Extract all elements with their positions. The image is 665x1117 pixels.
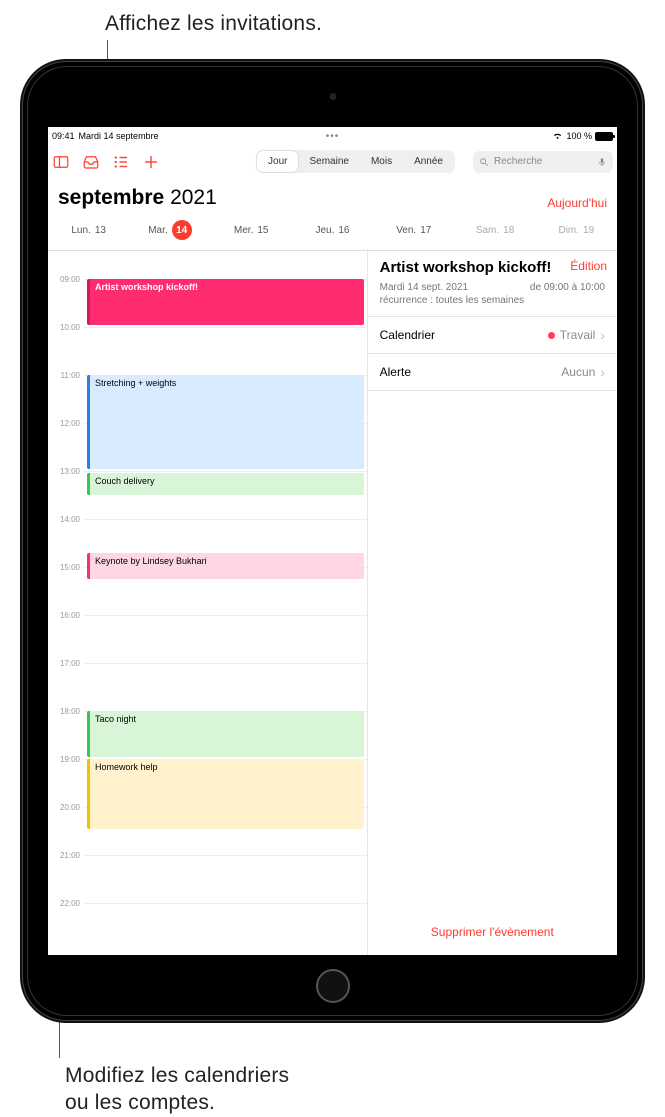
day-number: 16 (338, 225, 349, 236)
inbox-button[interactable] (76, 148, 106, 176)
month-header: septembre 2021 Aujourd'hui (48, 178, 617, 210)
calendar-event[interactable]: Taco night (87, 711, 364, 757)
hour-grid-line (84, 327, 367, 328)
day-number: 15 (257, 225, 268, 236)
event-detail-title: Artist workshop kickoff! (380, 259, 563, 276)
hour-label: 19:00 (60, 755, 80, 764)
day-cell[interactable]: Mer. 15 (211, 220, 292, 240)
event-detail-date: Mardi 14 sept. 2021 (380, 282, 468, 293)
hour-label: 17:00 (60, 659, 80, 668)
day-cell[interactable]: Mar. 14 (129, 220, 210, 240)
front-camera (329, 93, 336, 100)
month-title[interactable]: septembre 2021 (58, 186, 217, 210)
view-year[interactable]: Année (403, 151, 454, 172)
search-field[interactable]: Recherche (473, 151, 613, 173)
day-number: 13 (95, 225, 106, 236)
day-abbr: Mar. (148, 225, 167, 236)
hour-label: 13:00 (60, 467, 80, 476)
hour-grid-line (84, 663, 367, 664)
day-cell[interactable]: Sam. 18 (454, 220, 535, 240)
toolbar: ••• Jour Semaine Mois Année Recherc (48, 145, 617, 178)
screen: 09:41 Mardi 14 septembre 100 % ••• (48, 127, 617, 955)
add-event-button[interactable] (136, 148, 166, 176)
day-cell[interactable]: Dim. 19 (536, 220, 617, 240)
event-alert-value: Aucun (561, 365, 595, 379)
view-month[interactable]: Mois (360, 151, 403, 172)
today-button[interactable]: Aujourd'hui (547, 196, 607, 210)
event-alert-label: Alerte (380, 365, 411, 379)
hour-label: 10:00 (60, 323, 80, 332)
ipad-device-frame: 09:41 Mardi 14 septembre 100 % ••• (22, 61, 643, 1021)
event-calendar-row[interactable]: Calendrier Travail › (368, 317, 617, 354)
timeline-column[interactable]: 09:00 10:00 11:00 12:00 13:00 14:00 15:00 16:00… (48, 249, 367, 955)
callout-top: Affichez les invitations. (105, 12, 322, 36)
day-number: 14 (172, 220, 192, 240)
month-year: 2021 (170, 186, 217, 209)
hour-label: 21:00 (60, 851, 80, 860)
calendar-event[interactable]: Homework help (87, 759, 364, 829)
day-number: 18 (503, 225, 514, 236)
hour-grid-line (84, 903, 367, 904)
hour-grid-line (84, 855, 367, 856)
sidebar-toggle-button[interactable] (48, 148, 76, 176)
wifi-icon (552, 132, 563, 140)
battery-percentage: 100 % (566, 131, 592, 141)
hour-label: 18:00 (60, 707, 80, 716)
month-name: septembre (58, 186, 164, 209)
day-abbr: Lun. (71, 225, 90, 236)
event-calendar-value: Travail (560, 328, 596, 342)
status-date: Mardi 14 septembre (79, 131, 159, 141)
chevron-right-icon: › (600, 327, 605, 343)
event-detail-recurrence: récurrence : toutes les semaines (380, 295, 605, 306)
event-detail-time: de 09:00 à 10:00 (530, 282, 605, 293)
list-view-button[interactable] (106, 148, 136, 176)
view-day[interactable]: Jour (257, 151, 298, 172)
hour-label: 12:00 (60, 419, 80, 428)
calendar-event[interactable]: Keynote by Lindsey Bukhari (87, 553, 364, 580)
event-alert-row[interactable]: Alerte Aucun › (368, 354, 617, 391)
hour-label: 09:00 (60, 275, 80, 284)
calendar-event[interactable]: Artist workshop kickoff! (87, 279, 364, 325)
day-number: 19 (583, 225, 594, 236)
chevron-right-icon: › (600, 364, 605, 380)
hour-label: 16:00 (60, 611, 80, 620)
status-time: 09:41 (52, 131, 75, 141)
hour-label: 14:00 (60, 515, 80, 524)
day-cell[interactable]: Lun. 13 (48, 220, 129, 240)
day-abbr: Jeu. (315, 225, 334, 236)
hour-grid-line (84, 519, 367, 520)
battery-icon (595, 132, 613, 141)
day-abbr: Mer. (234, 225, 253, 236)
view-week[interactable]: Semaine (298, 151, 359, 172)
hour-grid-line (84, 471, 367, 472)
day-number: 17 (420, 225, 431, 236)
timeline-grid[interactable]: Artist workshop kickoff! Stretching + wei… (84, 249, 367, 955)
day-cell[interactable]: Ven. 17 (373, 220, 454, 240)
search-placeholder: Recherche (494, 156, 542, 167)
hour-label: 15:00 (60, 563, 80, 572)
hour-label: 20:00 (60, 803, 80, 812)
day-abbr: Dim. (558, 225, 579, 236)
event-detail-panel: Artist workshop kickoff! Édition Mardi 1… (367, 249, 617, 955)
day-abbr: Ven. (396, 225, 416, 236)
main-content: 09:00 10:00 11:00 12:00 13:00 14:00 15:00 16:00… (48, 249, 617, 955)
hour-label: 22:00 (60, 899, 80, 908)
hour-grid-line (84, 615, 367, 616)
search-icon (479, 157, 489, 167)
edit-event-button[interactable]: Édition (570, 259, 607, 273)
multitask-dots-icon[interactable]: ••• (326, 131, 340, 142)
view-segmented-control[interactable]: Jour Semaine Mois Année (256, 150, 455, 173)
mic-icon[interactable] (597, 156, 607, 168)
delete-event-button[interactable]: Supprimer l'évènement (368, 911, 617, 955)
week-day-header[interactable]: Lun. 13 Mar. 14 Mer. 15 Jeu. 16 Ven. 17 Sam. 18 Dim.… (48, 210, 617, 251)
callout-bottom: Modifiez les calendriersou les comptes. (65, 1062, 289, 1117)
event-calendar-label: Calendrier (380, 328, 435, 342)
home-button[interactable] (316, 969, 350, 1003)
calendar-color-dot (548, 332, 555, 339)
day-cell[interactable]: Jeu. 16 (292, 220, 373, 240)
hour-label: 11:00 (61, 371, 80, 380)
calendar-event[interactable]: Couch delivery (87, 473, 364, 495)
calendar-event[interactable]: Stretching + weights (87, 375, 364, 469)
day-abbr: Sam. (476, 225, 499, 236)
